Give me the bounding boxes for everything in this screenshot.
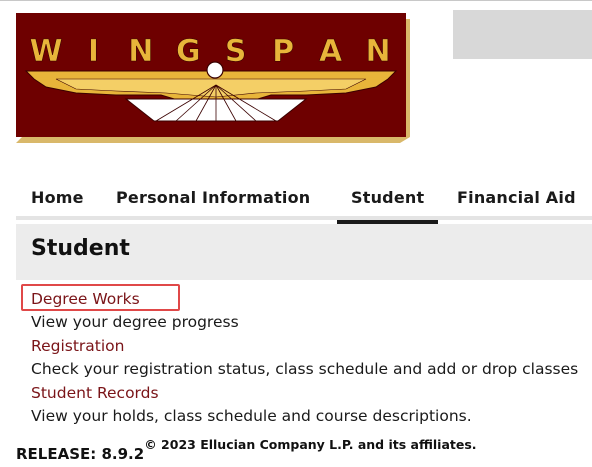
degree-works-highlight-box <box>21 284 180 311</box>
logo-letter: N <box>365 34 390 69</box>
registration-description: Check your registration status, class sc… <box>31 360 579 378</box>
tab-home[interactable]: Home <box>31 178 84 220</box>
tab-student[interactable]: Student <box>336 178 439 224</box>
degree-works-description: View your degree progress <box>31 313 239 331</box>
logo-letter: P <box>272 34 294 69</box>
registration-link[interactable]: Registration <box>31 335 124 358</box>
header-banner-placeholder <box>453 10 592 59</box>
logo-letter: I <box>88 34 99 69</box>
student-records-description: View your holds, class schedule and cour… <box>31 407 472 425</box>
copyright-notice: © 2023 Ellucian Company L.P. and its aff… <box>144 437 477 452</box>
logo-letter: S <box>225 34 247 69</box>
release-version: RELEASE: 8.9.2 <box>16 445 145 463</box>
logo-letter: G <box>176 34 201 69</box>
wingspan-logo[interactable]: WINGSPAN <box>16 13 410 143</box>
menu-item-student-records: Student Records View your holds, class s… <box>31 382 592 429</box>
logo-letter: A <box>319 34 343 69</box>
tab-financial-aid[interactable]: Financial Aid <box>457 178 576 220</box>
student-records-link[interactable]: Student Records <box>31 382 159 405</box>
logo-letter: W <box>29 34 62 69</box>
main-nav-tabs: Home Personal Information Student Financ… <box>16 178 592 224</box>
top-divider <box>0 0 592 1</box>
wingspan-logo-graphic: WINGSPAN <box>16 13 410 143</box>
footer: RELEASE: 8.9.2© 2023 Ellucian Company L.… <box>16 437 477 463</box>
tab-personal-information[interactable]: Personal Information <box>116 178 310 220</box>
page-title: Student <box>31 236 130 261</box>
logo-letter: N <box>128 34 153 69</box>
menu-item-registration: Registration Check your registration sta… <box>31 335 592 382</box>
page-heading-bar: Student <box>16 224 592 280</box>
